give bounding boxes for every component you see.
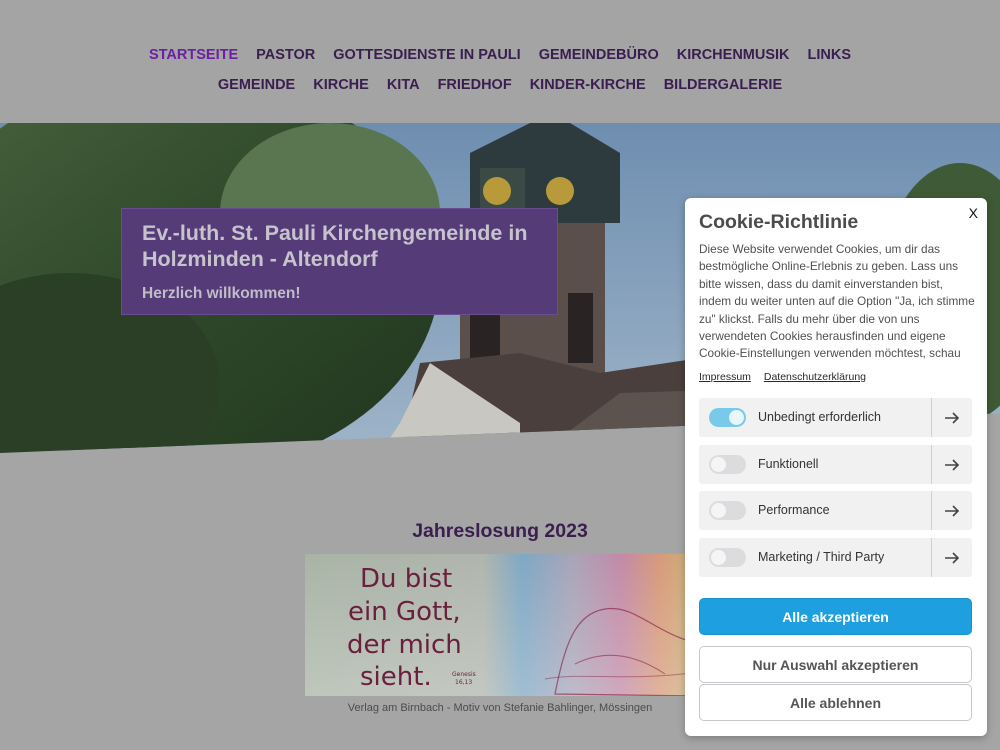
- category-label: Unbedingt erforderlich: [758, 410, 881, 424]
- image-reference-verse: 16,13: [455, 679, 472, 686]
- arrow-right-icon[interactable]: [931, 491, 972, 530]
- impressum-link[interactable]: Impressum: [699, 371, 751, 383]
- image-reference-book: Genesis: [452, 671, 476, 678]
- nav-kirchenmusik[interactable]: KIRCHENMUSIK: [668, 47, 799, 63]
- main-nav-row-2: GEMEINDE KIRCHE KITA FRIEDHOF KINDER-KIR…: [0, 77, 1000, 93]
- reject-all-button[interactable]: Alle ablehnen: [699, 684, 972, 721]
- image-text-line-2: ein Gott,: [348, 597, 461, 627]
- nav-kita[interactable]: KITA: [378, 77, 429, 93]
- nav-startseite[interactable]: STARTSEITE: [140, 47, 247, 63]
- image-text-line-4: sieht.: [360, 662, 432, 692]
- performance-toggle[interactable]: [709, 501, 746, 520]
- nav-bildergalerie[interactable]: BILDERGALERIE: [655, 77, 791, 93]
- nav-gemeinde[interactable]: GEMEINDE: [209, 77, 304, 93]
- nav-gemeindebuero[interactable]: GEMEINDEBÜRO: [530, 47, 668, 63]
- essential-toggle[interactable]: [709, 408, 746, 427]
- nav-kinder-kirche[interactable]: KINDER-KIRCHE: [521, 77, 655, 93]
- jahreslosung-image: Du bist ein Gott, der mich sieht. Genesi…: [305, 554, 700, 696]
- category-label: Funktionell: [758, 457, 819, 471]
- hero-title-box: Ev.-luth. St. Pauli Kirchengemeinde in H…: [121, 208, 558, 315]
- arrow-right-icon[interactable]: [931, 538, 972, 577]
- nav-pastor[interactable]: PASTOR: [247, 47, 324, 63]
- image-text-line-3: der mich: [347, 630, 462, 660]
- nav-gottesdienste[interactable]: GOTTESDIENSTE IN PAULI: [324, 47, 529, 63]
- arrow-right-icon[interactable]: [931, 398, 972, 437]
- category-label: Performance: [758, 503, 830, 517]
- jahreslosung-artwork: Du bist ein Gott, der mich sieht. Genesi…: [305, 554, 700, 696]
- cookie-title: Cookie-Richtlinie: [699, 211, 859, 233]
- cookie-links: Impressum Datenschutzerklärung: [699, 371, 876, 383]
- nav-friedhof[interactable]: FRIEDHOF: [429, 77, 521, 93]
- main-nav-row-1: STARTSEITE PASTOR GOTTESDIENSTE IN PAULI…: [0, 47, 1000, 63]
- image-text-line-1: Du bist: [360, 564, 452, 594]
- cookie-category-essential: Unbedingt erforderlich: [699, 398, 972, 437]
- arrow-right-icon[interactable]: [931, 445, 972, 484]
- cookie-category-functional: Funktionell: [699, 445, 972, 484]
- nav-links[interactable]: LINKS: [799, 47, 861, 63]
- nav-kirche[interactable]: KIRCHE: [304, 77, 378, 93]
- marketing-toggle[interactable]: [709, 548, 746, 567]
- datenschutz-link[interactable]: Datenschutzerklärung: [764, 371, 866, 383]
- functional-toggle[interactable]: [709, 455, 746, 474]
- category-label: Marketing / Third Party: [758, 550, 885, 564]
- close-icon[interactable]: X: [969, 205, 978, 221]
- accept-selection-button[interactable]: Nur Auswahl akzeptieren: [699, 646, 972, 683]
- site-header: STARTSEITE PASTOR GOTTESDIENSTE IN PAULI…: [0, 0, 1000, 123]
- hero-subtitle: Herzlich willkommen!: [142, 285, 301, 302]
- cookie-category-marketing: Marketing / Third Party: [699, 538, 972, 577]
- hero-title: Ev.-luth. St. Pauli Kirchengemeinde in H…: [142, 221, 528, 271]
- cookie-dialog: X Cookie-Richtlinie Diese Website verwen…: [685, 198, 987, 736]
- cookie-description: Diese Website verwendet Cookies, um dir …: [699, 242, 975, 361]
- cookie-category-performance: Performance: [699, 491, 972, 530]
- accept-all-button[interactable]: Alle akzeptieren: [699, 598, 972, 635]
